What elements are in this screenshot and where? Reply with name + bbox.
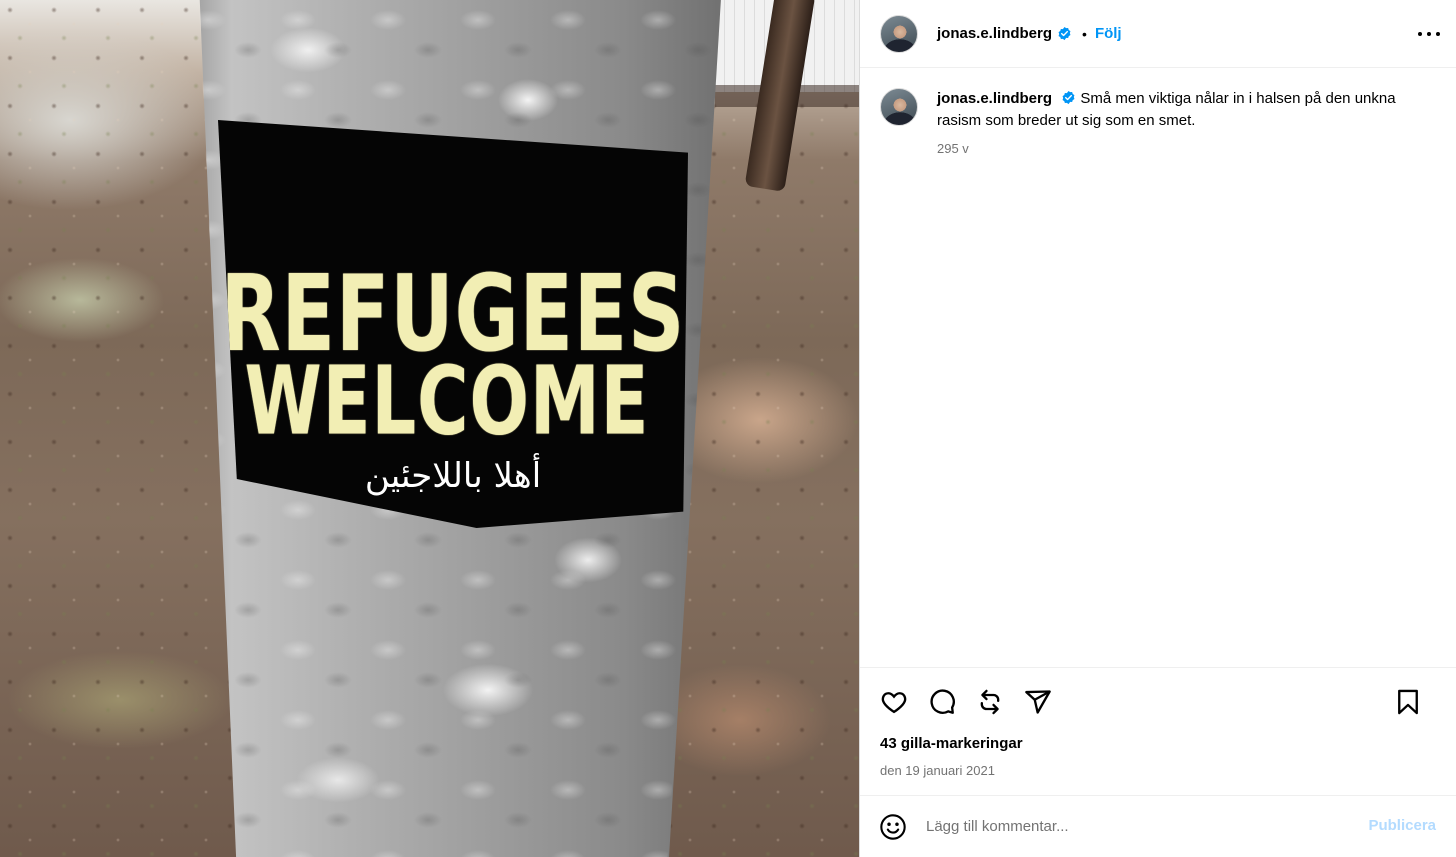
verified-badge-icon <box>1058 26 1071 41</box>
repost-icon[interactable] <box>974 686 1006 718</box>
share-icon[interactable] <box>1022 686 1054 718</box>
post-photo[interactable]: REFUGEES WELCOME أهلا باللاجئين <box>0 0 859 857</box>
avatar[interactable] <box>880 14 918 53</box>
verified-badge-icon <box>1062 90 1075 105</box>
caption-text-block: jonas.e.lindberg Små men viktiga nålar i… <box>937 88 1436 132</box>
comment-icon[interactable] <box>926 686 958 718</box>
follow-button[interactable]: Följ <box>1095 25 1122 42</box>
refugees-welcome-sticker: REFUGEES WELCOME أهلا باللاجئين <box>218 120 688 528</box>
likes-count[interactable]: 43 gilla-markeringar <box>860 735 1456 759</box>
caption-body: jonas.e.lindberg Små men viktiga nålar i… <box>937 88 1436 156</box>
emoji-icon[interactable] <box>878 812 908 842</box>
sticker-line-welcome: WELCOME <box>244 345 650 457</box>
publish-button[interactable]: Publicera <box>1368 817 1436 834</box>
comments-section: jonas.e.lindberg Små men viktiga nålar i… <box>860 68 1456 667</box>
header-username[interactable]: jonas.e.lindberg <box>937 25 1052 42</box>
post-side-panel: jonas.e.lindberg • Följ jonas.e.lindberg <box>859 0 1456 857</box>
header-separator: • <box>1082 25 1087 42</box>
more-options-icon[interactable] <box>1418 24 1440 44</box>
instagram-post: REFUGEES WELCOME أهلا باللاجئين jonas.e.… <box>0 0 1456 857</box>
post-date[interactable]: den 19 januari 2021 <box>860 759 1456 795</box>
comment-input[interactable] <box>926 818 1306 835</box>
caption-time-ago[interactable]: 295 v <box>937 141 1436 156</box>
bookmark-icon[interactable] <box>1392 686 1424 718</box>
caption: jonas.e.lindberg Små men viktiga nålar i… <box>880 88 1436 156</box>
action-bar <box>860 667 1456 735</box>
add-comment-bar: Publicera <box>860 795 1456 857</box>
post-header: jonas.e.lindberg • Följ <box>860 0 1456 68</box>
caption-avatar[interactable] <box>880 88 918 126</box>
caption-username[interactable]: jonas.e.lindberg <box>937 90 1052 107</box>
heart-icon[interactable] <box>878 686 910 718</box>
